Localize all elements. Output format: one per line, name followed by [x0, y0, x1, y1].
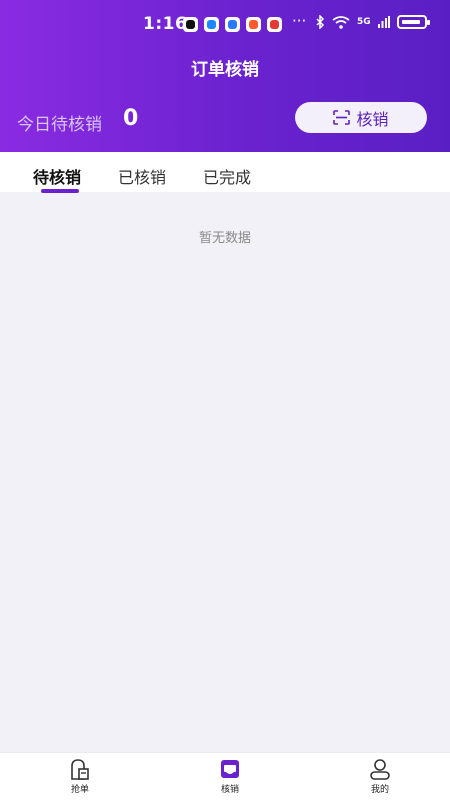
tab-bar: 待核销 已核销 已完成	[0, 152, 450, 192]
nav-label-mine: 我的	[370, 785, 389, 795]
today-pending-count: 0	[123, 106, 139, 131]
header: 1:16 ··· 5G 订单核销 今日待核销 0 核销	[0, 0, 450, 152]
verify-icon	[221, 760, 239, 778]
empty-state-text: 暂无数据	[198, 231, 251, 246]
nav-item-mine[interactable]: 我的	[350, 758, 410, 795]
chat-app-icon	[225, 17, 240, 32]
tab-verified[interactable]: 已核销	[118, 164, 166, 188]
nav-item-grab-order[interactable]: 抢单	[50, 758, 110, 795]
nav-item-verify[interactable]: 核销	[200, 758, 260, 795]
status-app-icons	[183, 17, 282, 32]
verify-button-label: 核销	[356, 109, 389, 129]
signal-bars-icon	[377, 16, 390, 28]
user-icon	[370, 759, 390, 780]
active-tab-indicator	[41, 189, 79, 193]
message-app-icon	[204, 17, 219, 32]
tab-pending[interactable]: 待核销	[33, 164, 81, 188]
more-notifications-icon: ···	[292, 12, 307, 30]
signal-icon: 5G	[357, 17, 371, 27]
game-app-icon	[246, 17, 261, 32]
nav-label-grab-order: 抢单	[70, 785, 89, 795]
store-icon	[71, 759, 89, 780]
wifi-icon	[332, 15, 350, 29]
mascot-app-icon	[267, 17, 282, 32]
bottom-nav: 抢单 核销 我的	[0, 752, 450, 800]
page-title: 订单核销	[191, 60, 259, 80]
nav-label-verify: 核销	[220, 785, 239, 795]
tiktok-icon	[183, 17, 198, 32]
status-bar: 1:16 ··· 5G	[0, 0, 450, 44]
battery-icon	[396, 15, 430, 29]
bluetooth-icon	[316, 15, 325, 29]
verify-button[interactable]: 核销	[295, 102, 427, 133]
scan-icon	[333, 110, 351, 125]
tab-completed[interactable]: 已完成	[203, 164, 251, 188]
today-pending-label: 今日待核销	[17, 115, 102, 135]
status-system-icons: 5G	[316, 15, 430, 29]
status-time: 1:16	[143, 14, 188, 34]
